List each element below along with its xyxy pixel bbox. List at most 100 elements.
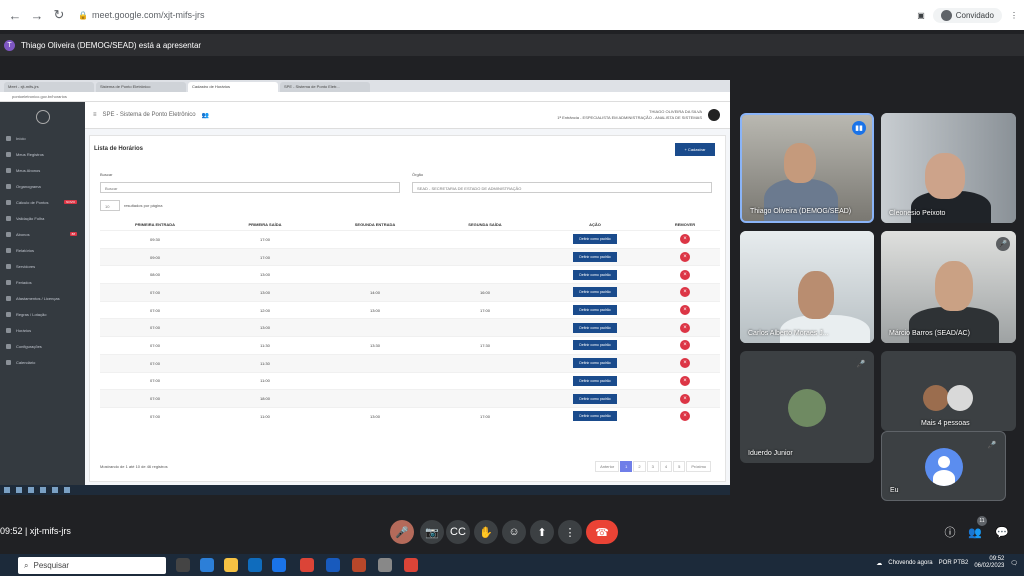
app-icon[interactable] [378, 558, 392, 572]
menu-item-icon [6, 327, 11, 333]
set-default-button: Definir como padrão [573, 269, 617, 280]
explorer-icon[interactable] [224, 558, 238, 572]
remove-icon: × [680, 287, 690, 298]
shared-screen: Meet - xjt-mifs-jrs Sistema de Ponto Ele… [0, 80, 730, 495]
sidepanel-icon[interactable]: ▣ [917, 11, 925, 20]
menu-item-icon [6, 359, 11, 365]
url-text: meet.google.com/xjt-mifs-jrs [91, 10, 205, 20]
task-view-icon[interactable] [176, 558, 190, 572]
shared-tab: Meet - xjt-mifs-jrs [4, 82, 94, 92]
address-bar[interactable]: 🔒 meet.google.com/xjt-mifs-jrs [78, 4, 205, 26]
emoji-button[interactable]: ☺ [502, 520, 526, 544]
remove-icon: × [680, 393, 690, 404]
shared-taskbar [0, 485, 730, 495]
table-row: 09:00 17:00 Definir como padrão × [100, 247, 720, 266]
meeting-time-code: 09:52 | xjt-mifs-jrs [0, 526, 71, 536]
profile-button[interactable]: Convidado [932, 7, 1002, 23]
sidebar-item-label: Organograma [16, 183, 41, 189]
shared-tab: Sistema de Ponto Eletrônico [96, 82, 186, 92]
leave-call-button[interactable]: ☎ [586, 520, 618, 544]
sidebar-item-label: Horários [16, 327, 32, 333]
participant-avatar [947, 385, 973, 411]
more-people-tile[interactable]: Mais 4 pessoas [881, 351, 1016, 431]
participant-count-badge: 11 [977, 516, 987, 526]
remove-icon: × [680, 322, 690, 333]
table-row: 07:00 18:00 Definir como padrão × [100, 389, 720, 407]
sidebar-item-label: Configurações [16, 343, 42, 349]
captions-button[interactable]: CC [446, 520, 470, 544]
participant-tile[interactable]: Cleonesio Peixoto [881, 113, 1016, 223]
shared-sidebar: Início Meus Registros Meus Abonos Organogra… [0, 102, 85, 485]
set-default-button: Definir como padrão [573, 375, 617, 386]
participant-tile[interactable]: ▮▮ Thiago Oliveira (DEMOG/SEAD) [740, 113, 874, 223]
table-cell: 07:00 [149, 413, 160, 419]
table-cell: 07:00 [149, 289, 160, 295]
participant-name: Carlos Alberto Moraes J... [748, 330, 829, 337]
present-button[interactable]: ⬆ [530, 520, 554, 544]
card-title: Lista de Horários [94, 146, 144, 152]
edge-icon[interactable] [200, 558, 214, 572]
chrome-icon[interactable] [300, 558, 314, 572]
sidebar-item: Validação Folha [0, 210, 85, 226]
user-avatar-icon [708, 109, 720, 121]
schedule-card: Lista de Horários + Cadastrar Buscar Bus… [89, 135, 726, 482]
menu-item-icon [6, 263, 11, 269]
word-icon[interactable] [326, 558, 340, 572]
more-people-label: Mais 4 pessoas [921, 420, 970, 427]
mic-button[interactable]: 🎤 [390, 520, 414, 544]
browser-toolbar: ← → ↻ 🔒 meet.google.com/xjt-mifs-jrs ▣ C… [0, 0, 1024, 30]
lock-icon: 🔒 [78, 10, 88, 20]
chat-icon[interactable]: 💬 [992, 522, 1012, 542]
chrome-icon[interactable] [404, 558, 418, 572]
self-avatar-icon [925, 448, 963, 486]
participant-avatar [923, 385, 949, 411]
participant-name: Cleonesio Peixoto [889, 210, 946, 217]
self-tile[interactable]: 🎤 Eu [881, 431, 1006, 501]
participant-tile[interactable]: 🎤 Iduerdo Junior [740, 351, 874, 463]
set-default-button: Definir como padrão [573, 252, 617, 263]
mail-icon[interactable] [272, 558, 286, 572]
speaking-icon: ▮▮ [852, 121, 866, 135]
mic-off-icon: 🎤 [985, 438, 999, 452]
notifications-icon[interactable]: 🗨 [1010, 560, 1018, 567]
set-default-button: Definir como padrão [573, 358, 617, 369]
participant-tile[interactable]: 🎤 Márcio Barros (SEAD/AC) [881, 231, 1016, 343]
back-icon[interactable]: ← [6, 6, 24, 24]
col-header: PRIMEIRA SAÍDA [248, 221, 282, 227]
shared-header: ≡ SPE - Sistema de Ponto Eletrônico 👥 TH… [85, 102, 730, 129]
page-link: 5 [673, 461, 686, 472]
table-row: 07:00 13:00 Definir como padrão × [100, 318, 720, 337]
sidebar-item-label: Cálculo de Pontos [16, 199, 49, 205]
sidebar-item: Horários [0, 322, 85, 338]
table-cell: 17:00 [479, 413, 490, 419]
taskbar-search[interactable]: ⌕ Pesquisar [18, 557, 166, 574]
info-icon[interactable]: ⓘ [940, 522, 960, 542]
table-cell: 13:00 [259, 289, 270, 295]
menu-item-icon [6, 215, 11, 221]
table-cell: 13:30 [369, 342, 380, 348]
reload-icon[interactable]: ↻ [50, 6, 68, 24]
table-row: 07:00 12:00 13:00 17:00 Definir como padrão × [100, 300, 720, 319]
app-icon[interactable] [352, 558, 366, 572]
logo-icon [35, 110, 50, 124]
participant-tile[interactable]: Carlos Alberto Moraes J... [740, 231, 874, 343]
forward-icon[interactable]: → [28, 6, 46, 24]
table-cell: 07:00 [149, 325, 160, 331]
sidebar-item: Meus Registros [0, 146, 85, 162]
sidebar-item: Abonos 88 [0, 226, 85, 242]
menu-item-icon [6, 167, 11, 173]
table-row: 07:00 11:30 Definir como padrão × [100, 353, 720, 372]
store-icon[interactable] [248, 558, 262, 572]
more-options-button[interactable]: ⋮ [558, 520, 582, 544]
camera-button[interactable]: 📷 [420, 520, 444, 544]
menu-item-icon [6, 135, 11, 141]
search-input: Buscar [100, 182, 400, 193]
raise-hand-button[interactable]: ✋ [474, 520, 498, 544]
sidebar-item-label: Feriados [16, 279, 32, 285]
table-row: 07:00 11:30 13:30 17:30 Definir como padrão × [100, 336, 720, 354]
menu-icon[interactable]: ⋮ [1010, 11, 1018, 20]
table-cell: 17:00 [259, 236, 270, 242]
table-row: 07:00 11:00 Definir como padrão × [100, 371, 720, 390]
search-icon: ⌕ [24, 560, 29, 570]
page-link: Próximo [686, 461, 711, 472]
